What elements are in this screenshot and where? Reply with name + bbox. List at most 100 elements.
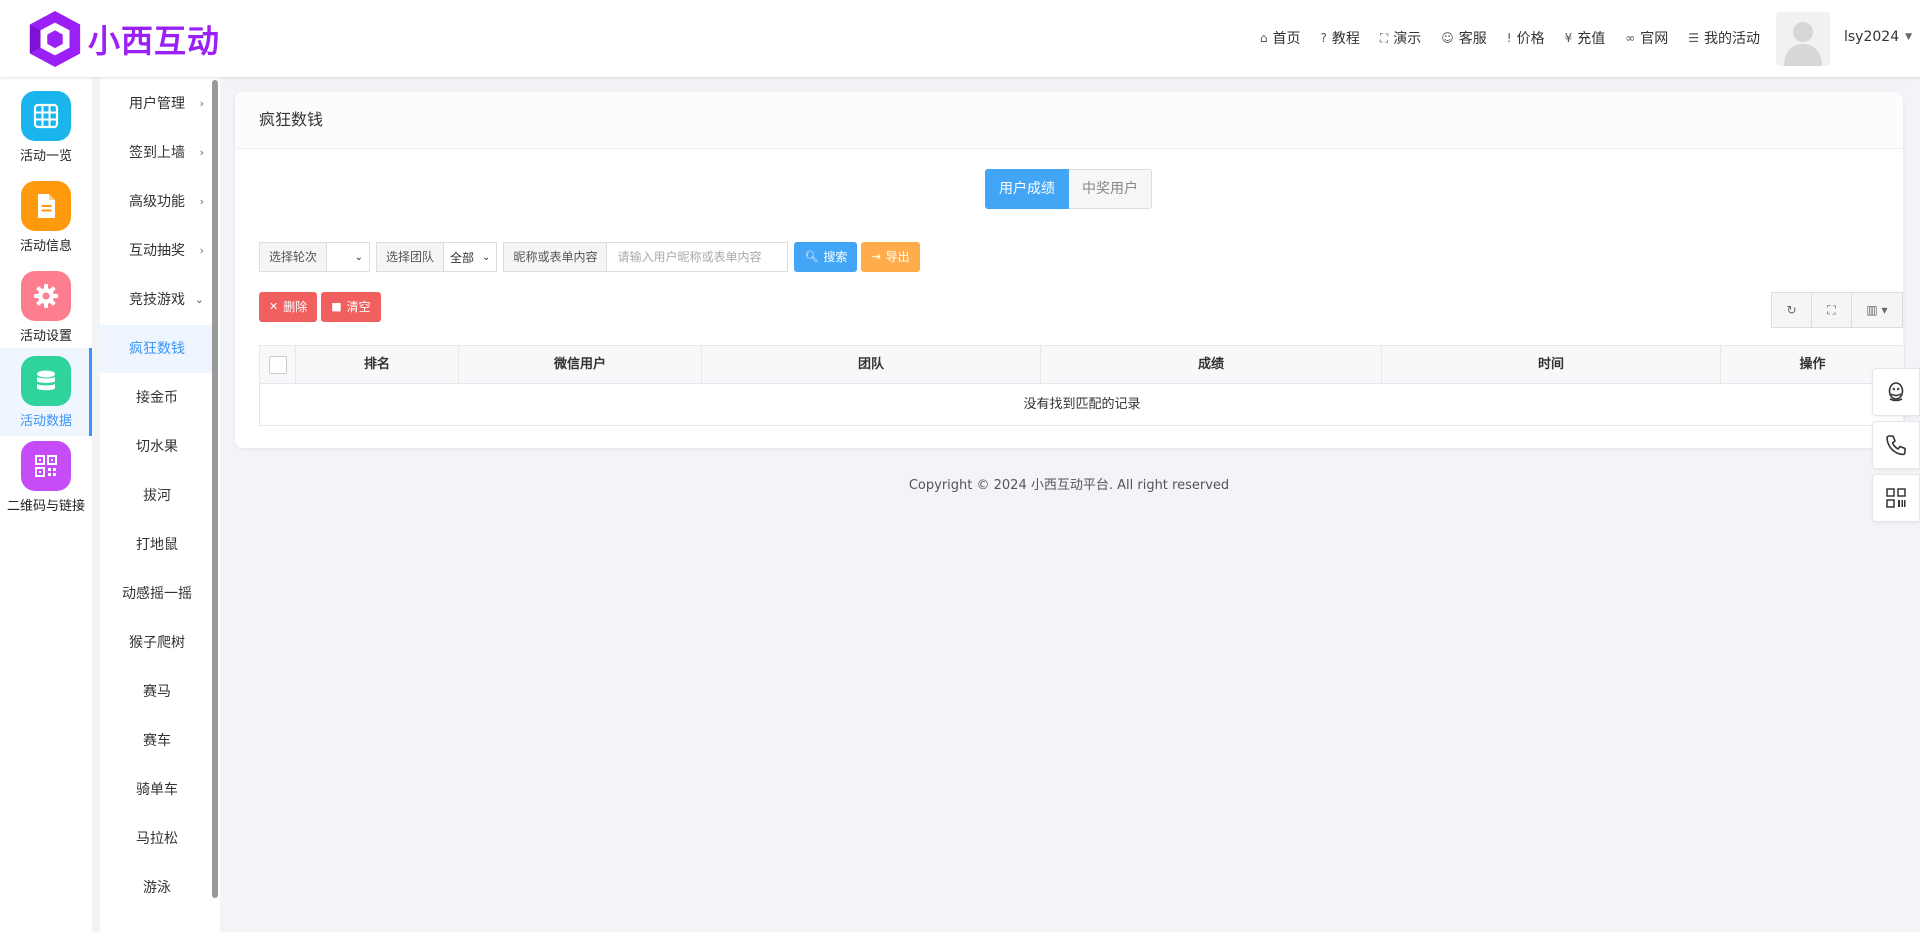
tile xyxy=(21,91,71,141)
tab-winners[interactable]: 中奖用户 xyxy=(1069,169,1152,209)
select-all-cell xyxy=(260,346,296,383)
submenu-swimming[interactable]: 游泳 xyxy=(100,864,214,912)
sidebar-item-label: 活动数据 xyxy=(19,414,72,429)
nav-official-site[interactable]: ∞ 官网 xyxy=(1625,28,1668,48)
submenu-label: 竞技游戏 xyxy=(129,292,185,308)
submenu-label: 赛车 xyxy=(143,733,171,749)
sub-sidebar: 用户管理 › 签到上墙 › 高级功能 › 互动抽奖 › 竞技游戏 ⌄ 疯狂数钱 … xyxy=(100,77,220,932)
qrcode-icon xyxy=(35,455,57,477)
link-icon: ∞ xyxy=(1625,31,1636,45)
nav-my-activities[interactable]: ☰ 我的活动 xyxy=(1688,28,1760,48)
refresh-button[interactable]: ↻ xyxy=(1771,292,1812,328)
document-icon xyxy=(38,194,55,218)
sidebar-item-activity-info[interactable]: 活动信息 xyxy=(0,173,92,261)
user-avatar[interactable] xyxy=(1776,12,1830,66)
sidebar-item-qrcode-links[interactable]: 二维码与链接 xyxy=(0,433,92,521)
submenu-label: 游泳 xyxy=(143,880,171,896)
submenu-marathon[interactable]: 马拉松 xyxy=(100,815,214,863)
sidebar-item-label: 活动信息 xyxy=(19,239,72,254)
qq-icon xyxy=(1888,382,1904,402)
round-label: 选择轮次 xyxy=(259,242,328,272)
nav-label: 充值 xyxy=(1577,31,1606,47)
column-header-time[interactable]: 时间 xyxy=(1382,346,1721,383)
submenu-signin-wall[interactable]: 签到上墙 › xyxy=(100,129,214,177)
main-sidebar: 活动一览 活动信息 活动设置 活动数据 二维码与链接 xyxy=(0,77,92,932)
delete-button[interactable]: ✕ 删除 xyxy=(259,292,318,322)
qq-support-button[interactable] xyxy=(1872,368,1920,416)
submenu-car-race[interactable]: 赛车 xyxy=(100,717,214,765)
nav-home[interactable]: ⌂ 首页 xyxy=(1260,28,1301,48)
submenu-label: 赛马 xyxy=(143,684,171,700)
submenu-crazy-money[interactable]: 疯狂数钱 xyxy=(100,325,214,373)
sidebar-item-activity-overview[interactable]: 活动一览 xyxy=(0,83,92,171)
chevron-down-icon: ⌄ xyxy=(354,251,364,263)
sidebar-item-label: 活动一览 xyxy=(19,149,72,164)
submenu-label: 马拉松 xyxy=(136,831,178,847)
yen-icon: ¥ xyxy=(1564,31,1573,45)
qrcode-icon xyxy=(1886,488,1906,508)
submenu-competitive-games[interactable]: 竞技游戏 ⌄ xyxy=(100,276,214,324)
search-button[interactable]: 🔍︎ 搜索 xyxy=(794,242,858,272)
column-header-rank[interactable]: 排名 xyxy=(296,346,459,383)
clear-button[interactable]: ■ 清空 xyxy=(321,292,381,322)
filter-bar: 选择轮次 ⌄ 选择团队 全部 ⌄ 昵称或表单内容 请输入用户昵称或表单内容 🔍︎… xyxy=(259,242,920,272)
submenu-label: 用户管理 xyxy=(129,96,185,112)
logo-cube-icon xyxy=(29,10,81,68)
phone-support-button[interactable] xyxy=(1872,421,1920,469)
keyword-input[interactable]: 请输入用户昵称或表单内容 xyxy=(607,242,789,272)
team-label: 选择团队 xyxy=(376,242,445,272)
nav-label: 官网 xyxy=(1640,31,1669,47)
submenu-tug-of-war[interactable]: 拔河 xyxy=(100,472,214,520)
nav-recharge[interactable]: ¥ 充值 xyxy=(1565,28,1606,48)
submenu-whack-a-mole[interactable]: 打地鼠 xyxy=(100,521,214,569)
keyword-label: 昵称或表单内容 xyxy=(503,242,608,272)
columns-toggle-button[interactable]: ▥ ▾ xyxy=(1852,292,1903,328)
chevron-right-icon: › xyxy=(199,97,204,110)
nav-support[interactable]: ☺ 客服 xyxy=(1441,28,1487,48)
table-header: 排名 微信用户 团队 成绩 时间 操作 xyxy=(260,346,1904,384)
column-header-score[interactable]: 成绩 xyxy=(1041,346,1382,383)
search-button-label: 搜索 xyxy=(823,250,848,264)
nav-demo[interactable]: ⛶ 演示 xyxy=(1380,28,1421,48)
submenu-catch-coins[interactable]: 接金币 xyxy=(100,374,214,422)
sidebar-item-activity-settings[interactable]: 活动设置 xyxy=(0,263,92,351)
nav-tutorial[interactable]: ? 教程 xyxy=(1320,28,1359,48)
column-header-wechat-user[interactable]: 微信用户 xyxy=(459,346,702,383)
export-button[interactable]: ⇥ 导出 xyxy=(861,242,920,272)
submenu-scrollbar[interactable] xyxy=(212,80,218,898)
submenu-label: 签到上墙 xyxy=(129,145,185,161)
submenu-cycling[interactable]: 骑单车 xyxy=(100,766,214,814)
brand-logo[interactable]: 小西互动 xyxy=(26,8,220,70)
submenu-label: 切水果 xyxy=(136,439,178,455)
submenu-horse-race[interactable]: 赛马 xyxy=(100,668,214,716)
caret-down-icon: ▼ xyxy=(1905,32,1913,42)
sidebar-item-activity-data[interactable]: 活动数据 xyxy=(0,348,92,436)
team-select-value: 全部 xyxy=(450,250,475,265)
results-table: 排名 微信用户 团队 成绩 时间 操作 没有找到匹配的记录 xyxy=(259,345,1905,426)
fullscreen-button[interactable]: ⛶ xyxy=(1812,292,1852,328)
nav-pricing[interactable]: ! 价格 xyxy=(1507,28,1545,48)
submenu-label: 猴子爬树 xyxy=(129,635,185,651)
nav-label: 演示 xyxy=(1393,31,1422,47)
exclamation-circle-icon: ! xyxy=(1506,31,1512,45)
user-menu[interactable]: lsy2024 ▼ xyxy=(1844,29,1912,45)
columns-icon: ▥ ▾ xyxy=(1866,303,1888,317)
nav-label: 我的活动 xyxy=(1704,31,1760,47)
submenu-advanced[interactable]: 高级功能 › xyxy=(100,178,214,226)
round-select[interactable]: ⌄ xyxy=(327,242,371,272)
column-header-team[interactable]: 团队 xyxy=(702,346,1041,383)
qrcode-float-button[interactable] xyxy=(1872,474,1920,522)
submenu-label: 动感摇一摇 xyxy=(122,586,192,602)
team-select[interactable]: 全部 ⌄ xyxy=(444,242,498,272)
gear-icon xyxy=(34,284,58,308)
sidebar-item-label: 活动设置 xyxy=(19,329,72,344)
submenu-monkey-climb[interactable]: 猴子爬树 xyxy=(100,619,214,667)
submenu-shake[interactable]: 动感摇一摇 xyxy=(100,570,214,618)
keyword-filter: 昵称或表单内容 请输入用户昵称或表单内容 xyxy=(503,242,789,272)
select-all-checkbox[interactable] xyxy=(268,356,287,374)
tab-user-scores[interactable]: 用户成绩 xyxy=(985,169,1069,209)
submenu-lottery[interactable]: 互动抽奖 › xyxy=(100,227,214,275)
submenu-fruit-cut[interactable]: 切水果 xyxy=(100,423,214,471)
submenu-user-management[interactable]: 用户管理 › xyxy=(100,80,214,128)
chevron-right-icon: › xyxy=(199,195,204,208)
